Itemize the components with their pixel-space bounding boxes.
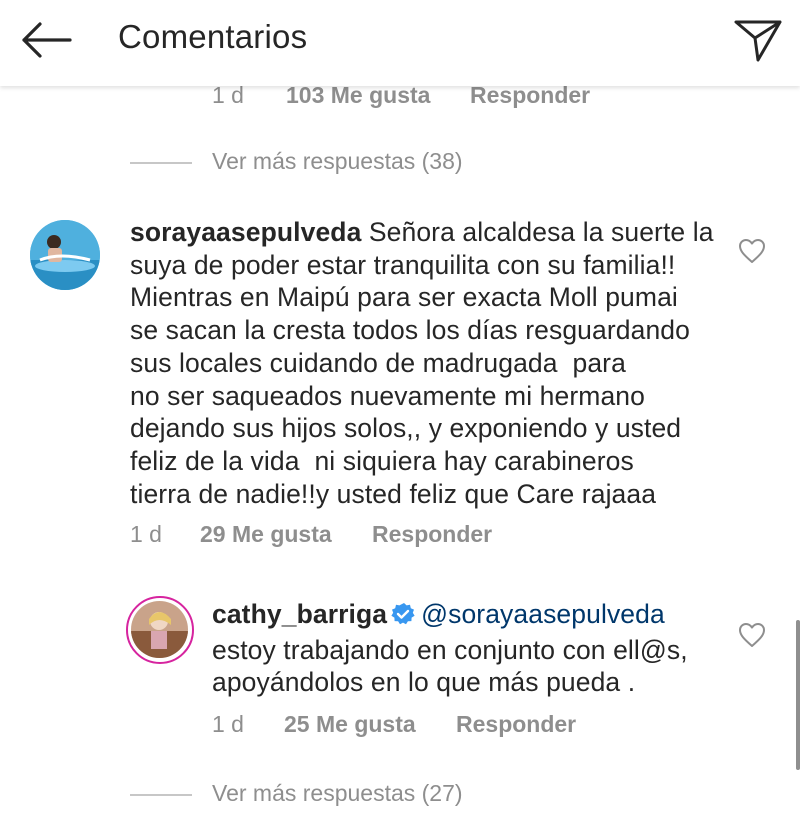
verified-badge-icon	[391, 601, 415, 634]
reply-meta: 1 d 25 Me gusta Responder	[212, 711, 632, 739]
heart-icon	[739, 239, 765, 263]
view-more-replies-label: Ver más respuestas (38)	[212, 148, 463, 174]
reply-button[interactable]: Responder	[456, 711, 576, 738]
like-button[interactable]	[738, 622, 766, 648]
replies-divider	[130, 162, 192, 164]
reply-body: cathy_barriga @sorayaasepulveda estoy tra…	[212, 598, 732, 699]
reply-button[interactable]: Responder	[470, 82, 590, 109]
avatar-image	[131, 601, 188, 658]
view-more-replies-label: Ver más respuestas (27)	[212, 780, 463, 806]
view-more-replies[interactable]: Ver más respuestas (38)	[130, 148, 530, 178]
comment-meta: 1 d 103 Me gusta Responder	[212, 82, 612, 110]
comment-text: Señora alcaldesa la suerte la suya de po…	[130, 217, 714, 509]
avatar[interactable]	[30, 220, 100, 290]
comment-body: sorayaasepulveda Señora alcaldesa la sue…	[130, 216, 730, 510]
likes-count[interactable]: 103 Me gusta	[286, 82, 430, 109]
reply-username[interactable]: cathy_barriga	[212, 599, 387, 629]
likes-count[interactable]: 25 Me gusta	[284, 711, 416, 738]
mention-link[interactable]: @sorayaasepulveda	[421, 599, 665, 629]
comment-username[interactable]: sorayaasepulveda	[130, 217, 361, 247]
like-button[interactable]	[738, 238, 766, 264]
page-title: Comentarios	[118, 18, 308, 55]
paper-plane-icon	[734, 20, 782, 62]
back-button[interactable]	[18, 16, 74, 64]
likes-count[interactable]: 29 Me gusta	[200, 521, 332, 548]
avatar[interactable]	[126, 596, 194, 664]
reply-text: estoy trabajando en conjunto con ell@s, …	[212, 634, 688, 698]
arrow-left-icon	[22, 22, 72, 58]
comment-time: 1 d	[130, 521, 162, 547]
reply-button[interactable]: Responder	[372, 521, 492, 548]
share-button[interactable]	[730, 14, 786, 66]
scrollbar[interactable]	[796, 620, 800, 770]
replies-divider	[130, 794, 192, 796]
comment-meta: 1 d 29 Me gusta Responder	[130, 521, 550, 549]
view-more-replies[interactable]: Ver más respuestas (27)	[130, 780, 530, 810]
heart-icon	[739, 623, 765, 647]
header-bar: Comentarios	[0, 0, 800, 86]
comment-time: 1 d	[212, 82, 244, 108]
avatar-image	[30, 220, 100, 290]
reply-time: 1 d	[212, 711, 244, 737]
